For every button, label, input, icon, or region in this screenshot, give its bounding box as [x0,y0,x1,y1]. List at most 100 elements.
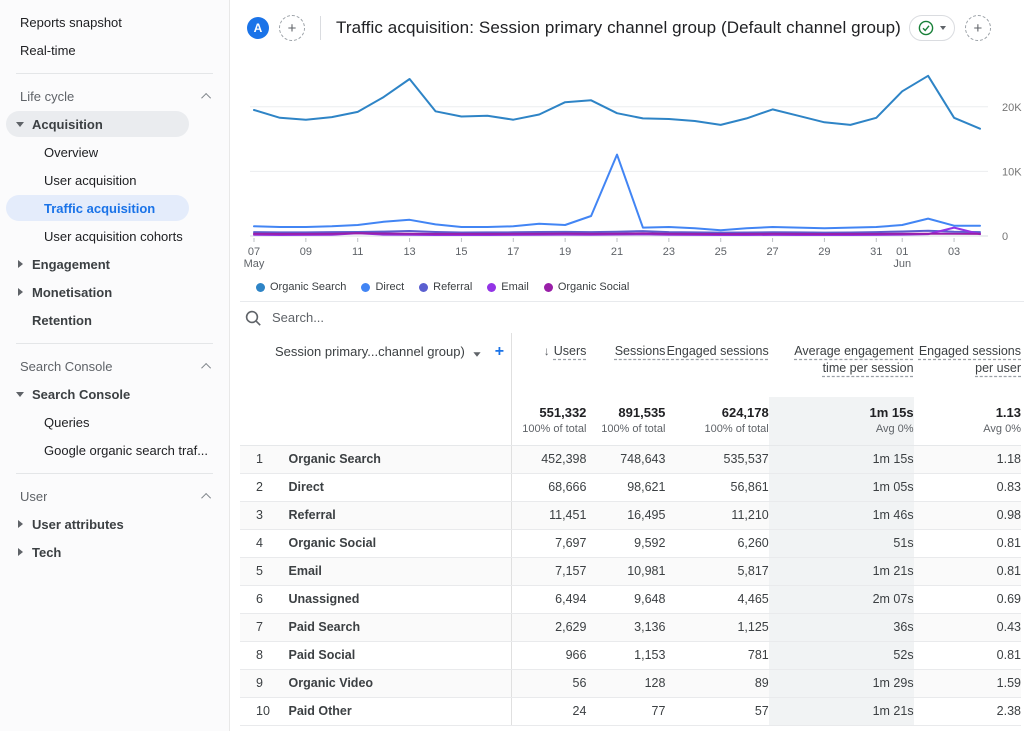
legend-dot-icon [256,283,265,292]
report-status-dropdown[interactable] [909,15,955,41]
row-number: 10 [240,697,281,725]
caret-collapsed-icon [18,520,23,528]
cell-avg-engagement-time: 1m 29s [769,669,914,697]
cell-engaged-sessions: 56,861 [665,473,768,501]
legend-label: Organic Social [558,281,630,293]
sidebar-item-overview[interactable]: Overview [0,138,229,166]
legend-item-email: Email [487,281,529,293]
sidebar-item-user-attributes[interactable]: User attributes [0,510,229,538]
customize-report-button[interactable]: + [965,15,991,41]
sidebar-item-search-console[interactable]: Search Console [0,380,229,408]
legend-item-organic-social: Organic Social [544,281,630,293]
sidebar-item-label: Search Console [20,359,113,374]
svg-text:10K: 10K [1002,166,1022,178]
sidebar-item-label: Traffic acquisition [0,201,155,216]
chevron-up-icon [201,492,211,502]
cell-sessions: 3,136 [586,613,665,641]
cell-users: 11,451 [511,501,586,529]
table-row-referral: 3Referral11,45116,49511,2101m 46s0.98 [240,501,1021,529]
legend-label: Referral [433,281,472,293]
add-dimension-button[interactable]: + [495,343,504,360]
row-number: 7 [240,613,281,641]
svg-text:17: 17 [507,246,519,258]
row-number: 8 [240,641,281,669]
table-totals-row: 551,332100% of total 891,535100% of tota… [240,397,1021,445]
sidebar-item-label: Retention [0,313,92,328]
sort-desc-icon: ↓ [544,344,550,358]
column-header-engaged-sessions[interactable]: Engaged sessions [665,333,768,397]
sidebar-item-user[interactable]: User [0,482,229,510]
svg-text:09: 09 [300,246,312,258]
sidebar-item-real-time[interactable]: Real-time [0,36,229,64]
cell-engaged-sessions: 89 [665,669,768,697]
cell-engaged-sessions: 4,465 [665,585,768,613]
caret-expanded-icon [16,122,24,127]
all-users-segment-chip[interactable]: A [247,17,269,39]
row-number: 3 [240,501,281,529]
search-input[interactable] [272,310,572,325]
cell-avg-engagement-time: 2m 07s [769,585,914,613]
cell-sessions: 748,643 [586,445,665,473]
totals-users: 551,332100% of total [511,397,586,445]
app-window: Reports snapshotReal-time Life cycle Acqui… [0,0,1024,731]
column-header-sessions[interactable]: Sessions [586,333,665,397]
sidebar-item-engagement[interactable]: Engagement [0,250,229,278]
check-circle-icon [918,20,934,36]
legend-dot-icon [487,283,496,292]
page-title: Traffic acquisition: Session primary cha… [336,18,901,38]
cell-engaged-sessions-per-user: 0.43 [914,613,1021,641]
sidebar-item-search-console[interactable]: Search Console [0,352,229,380]
caret-expanded-icon [16,392,24,397]
sidebar-item-queries[interactable]: Queries [0,408,229,436]
cell-users: 24 [511,697,586,725]
cell-avg-engagement-time: 1m 21s [769,557,914,585]
cell-users: 966 [511,641,586,669]
cell-engaged-sessions: 781 [665,641,768,669]
column-header-engaged-sessions-per-user[interactable]: Engaged sessions per user [914,333,1021,397]
chevron-down-icon [940,26,946,30]
sidebar-item-user-acquisition-cohorts[interactable]: User acquisition cohorts [0,222,229,250]
column-header-users[interactable]: ↓Users [511,333,586,397]
legend-label: Email [501,281,529,293]
legend-item-organic-search: Organic Search [256,281,346,293]
cell-avg-engagement-time: 1m 15s [769,445,914,473]
sidebar-item-label: User acquisition [0,173,137,188]
sidebar-item-user-acquisition[interactable]: User acquisition [0,166,229,194]
svg-text:27: 27 [766,246,778,258]
sidebar-item-retention[interactable]: Retention [0,306,229,334]
cell-engaged-sessions-per-user: 0.81 [914,529,1021,557]
legend-dot-icon [419,283,428,292]
sidebar-item-reports-snapshot[interactable]: Reports snapshot [0,8,229,36]
dimension-selector[interactable]: Session primary...channel group)+ [240,333,511,397]
row-number: 2 [240,473,281,501]
traffic-table: Session primary...channel group)+ ↓Users… [240,333,1021,726]
sidebar-item-label: User attributes [28,517,124,532]
table-row-paid-other: 10Paid Other2477571m 21s2.38 [240,697,1021,725]
cell-sessions: 10,981 [586,557,665,585]
sidebar-divider [16,473,213,474]
cell-users: 452,398 [511,445,586,473]
sidebar-item-label: User [20,489,47,504]
sidebar-item-life-cycle[interactable]: Life cycle [0,82,229,110]
channel-name: Organic Social [281,529,512,557]
sidebar-item-label: Acquisition [28,117,103,132]
sidebar-item-traffic-acquisition[interactable]: Traffic acquisition [0,194,229,222]
svg-text:31: 31 [870,246,882,258]
sidebar-item-tech[interactable]: Tech [0,538,229,566]
cell-sessions: 77 [586,697,665,725]
svg-text:23: 23 [663,246,675,258]
sidebar-item-label: Overview [0,145,98,160]
table-row-paid-search: 7Paid Search2,6293,1361,12536s0.43 [240,613,1021,641]
table-search-bar [240,301,1024,333]
channel-name: Organic Video [281,669,512,697]
add-comparison-button[interactable]: + [279,15,305,41]
cell-avg-engagement-time: 51s [769,529,914,557]
sidebar-item-label: Engagement [28,257,110,272]
sidebar-item-acquisition[interactable]: Acquisition [0,110,229,138]
svg-text:13: 13 [403,246,415,258]
column-header-avg-engagement-time[interactable]: Average engagement time per session [769,333,914,397]
sidebar-divider [16,343,213,344]
cell-avg-engagement-time: 1m 21s [769,697,914,725]
sidebar-item-google-organic-search-traf[interactable]: Google organic search traf... [0,436,229,464]
sidebar-item-monetisation[interactable]: Monetisation [0,278,229,306]
